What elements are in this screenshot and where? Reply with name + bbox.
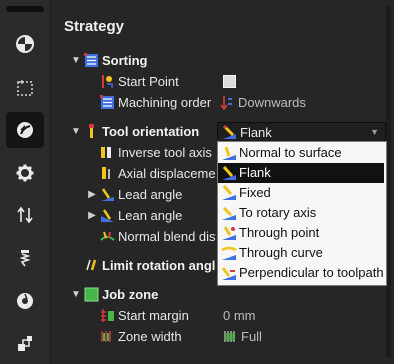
gear-icon <box>16 164 34 182</box>
tree-row-job-zone[interactable]: ▼ Job zone <box>51 284 381 305</box>
limit-rotation-icon <box>86 259 97 271</box>
normal-blend-label: Normal blend distance <box>118 229 216 244</box>
tree-row-normal-blend[interactable]: Normal blend distance <box>51 226 216 247</box>
sidebar-item-layers[interactable] <box>6 326 44 362</box>
tool-orientation-dropdown: Normal to surface Flank Fixed To rotary … <box>217 141 387 286</box>
zone-width-icon <box>101 331 111 342</box>
option-through-point[interactable]: Through point <box>218 223 384 243</box>
chevron-right-icon[interactable]: ▶ <box>86 205 98 226</box>
tool-orientation-value: Flank <box>240 125 272 140</box>
transform-arrows-icon <box>17 206 33 224</box>
axial-displacement-label: Axial displacement <box>118 166 216 181</box>
selection-box-icon <box>17 80 33 96</box>
tool-orientation-label: Tool orientation <box>102 124 200 139</box>
chevron-right-icon[interactable]: ▶ <box>86 184 98 205</box>
normal-to-surface-icon <box>222 146 236 160</box>
sidebar-item-selection[interactable] <box>6 70 44 106</box>
lead-angle-icon <box>101 188 114 201</box>
inverse-tool-axis-icon <box>101 147 111 158</box>
through-curve-icon <box>221 246 237 260</box>
disc-icon <box>17 293 33 309</box>
tree-row-sorting[interactable]: ▼ Sorting <box>51 50 381 71</box>
zone-width-value[interactable]: Full <box>241 326 262 347</box>
sidebar-item-settings[interactable] <box>6 155 44 191</box>
job-zone-icon <box>84 287 99 302</box>
tree-row-lead-angle[interactable]: ▶ Lead angle <box>51 184 216 205</box>
chevron-down-icon[interactable]: ▼ <box>70 50 82 71</box>
sidebar <box>0 0 51 364</box>
sidebar-item-strategy[interactable] <box>6 112 44 148</box>
machining-order-value[interactable]: Downwards <box>238 92 306 113</box>
sorting-icon <box>84 53 98 67</box>
zone-width-label: Zone width <box>118 329 182 344</box>
sorting-label: Sorting <box>102 53 148 68</box>
lean-angle-icon <box>101 209 114 222</box>
machining-order-label: Machining order <box>118 95 212 110</box>
chevron-down-icon: ▼ <box>370 127 379 137</box>
tree-row-lean-angle[interactable]: ▶ Lean angle <box>51 205 216 226</box>
flank-icon <box>222 166 236 180</box>
tool-orientation-icon <box>89 124 94 138</box>
axial-displacement-icon <box>102 167 110 179</box>
chevron-down-icon[interactable]: ▼ <box>70 121 82 142</box>
lean-angle-label: Lean angle <box>118 208 183 223</box>
option-label: Fixed <box>239 185 271 200</box>
option-label: Through curve <box>239 245 323 260</box>
start-margin-icon <box>101 309 114 322</box>
start-point-label: Start Point <box>118 74 179 89</box>
sidebar-item-disc[interactable] <box>6 283 44 319</box>
option-label: Flank <box>239 165 271 180</box>
tree-row-machining-order[interactable]: Machining order Downwards <box>51 92 381 113</box>
sidebar-item-shading[interactable] <box>6 26 44 62</box>
option-label: Perpendicular to toolpath <box>239 265 384 280</box>
machining-order-icon <box>100 95 114 109</box>
job-zone-label: Job zone <box>102 287 159 302</box>
shading-ball-icon <box>16 35 34 53</box>
normal-blend-icon <box>100 231 115 241</box>
tool-icon <box>19 250 31 267</box>
fixed-icon <box>222 185 236 200</box>
start-point-checkbox[interactable] <box>223 75 236 88</box>
option-normal-to-surface[interactable]: Normal to surface <box>218 143 384 163</box>
tree-row-start-margin[interactable]: Start margin 0 mm <box>51 305 381 326</box>
tree-row-axial-displacement[interactable]: Axial displacement <box>51 163 216 184</box>
tree-row-inverse-tool-axis[interactable]: Inverse tool axis <box>51 142 216 163</box>
downwards-icon <box>220 96 232 110</box>
sidebar-handle <box>6 6 44 12</box>
sidebar-item-transform[interactable] <box>6 197 44 233</box>
start-margin-label: Start margin <box>118 308 189 323</box>
option-label: Normal to surface <box>239 145 342 160</box>
strategy-icon <box>17 122 33 138</box>
perpendicular-to-toolpath-icon <box>221 267 236 280</box>
option-fixed[interactable]: Fixed <box>218 183 384 203</box>
option-label: To rotary axis <box>239 205 317 220</box>
tree-row-zone-width[interactable]: Zone width Full <box>51 326 381 347</box>
option-flank[interactable]: Flank <box>218 163 384 183</box>
start-point-icon <box>102 75 113 88</box>
tree-row-start-point[interactable]: Start Point <box>51 71 381 92</box>
through-point-icon <box>222 226 236 240</box>
lead-angle-label: Lead angle <box>118 187 183 202</box>
sidebar-item-tool[interactable] <box>6 240 44 276</box>
limit-rotation-label: Limit rotation angles <box>102 258 216 273</box>
chevron-down-icon[interactable]: ▼ <box>70 284 82 305</box>
option-to-rotary-axis[interactable]: To rotary axis <box>218 203 384 223</box>
option-perpendicular-to-toolpath[interactable]: Perpendicular to toolpath <box>218 263 384 283</box>
layers-icon <box>18 336 32 351</box>
page-title: Strategy <box>64 18 125 35</box>
option-label: Through point <box>239 225 320 240</box>
flank-icon <box>222 125 236 139</box>
option-through-curve[interactable]: Through curve <box>218 243 384 263</box>
tool-orientation-select[interactable]: Flank ▼ <box>217 122 386 143</box>
to-rotary-axis-icon <box>222 206 236 220</box>
full-width-icon <box>224 331 235 342</box>
start-margin-value[interactable]: 0 mm <box>223 305 256 326</box>
inverse-tool-axis-label: Inverse tool axis <box>118 145 212 160</box>
tree-row-limit-rotation[interactable]: Limit rotation angles <box>51 255 216 276</box>
